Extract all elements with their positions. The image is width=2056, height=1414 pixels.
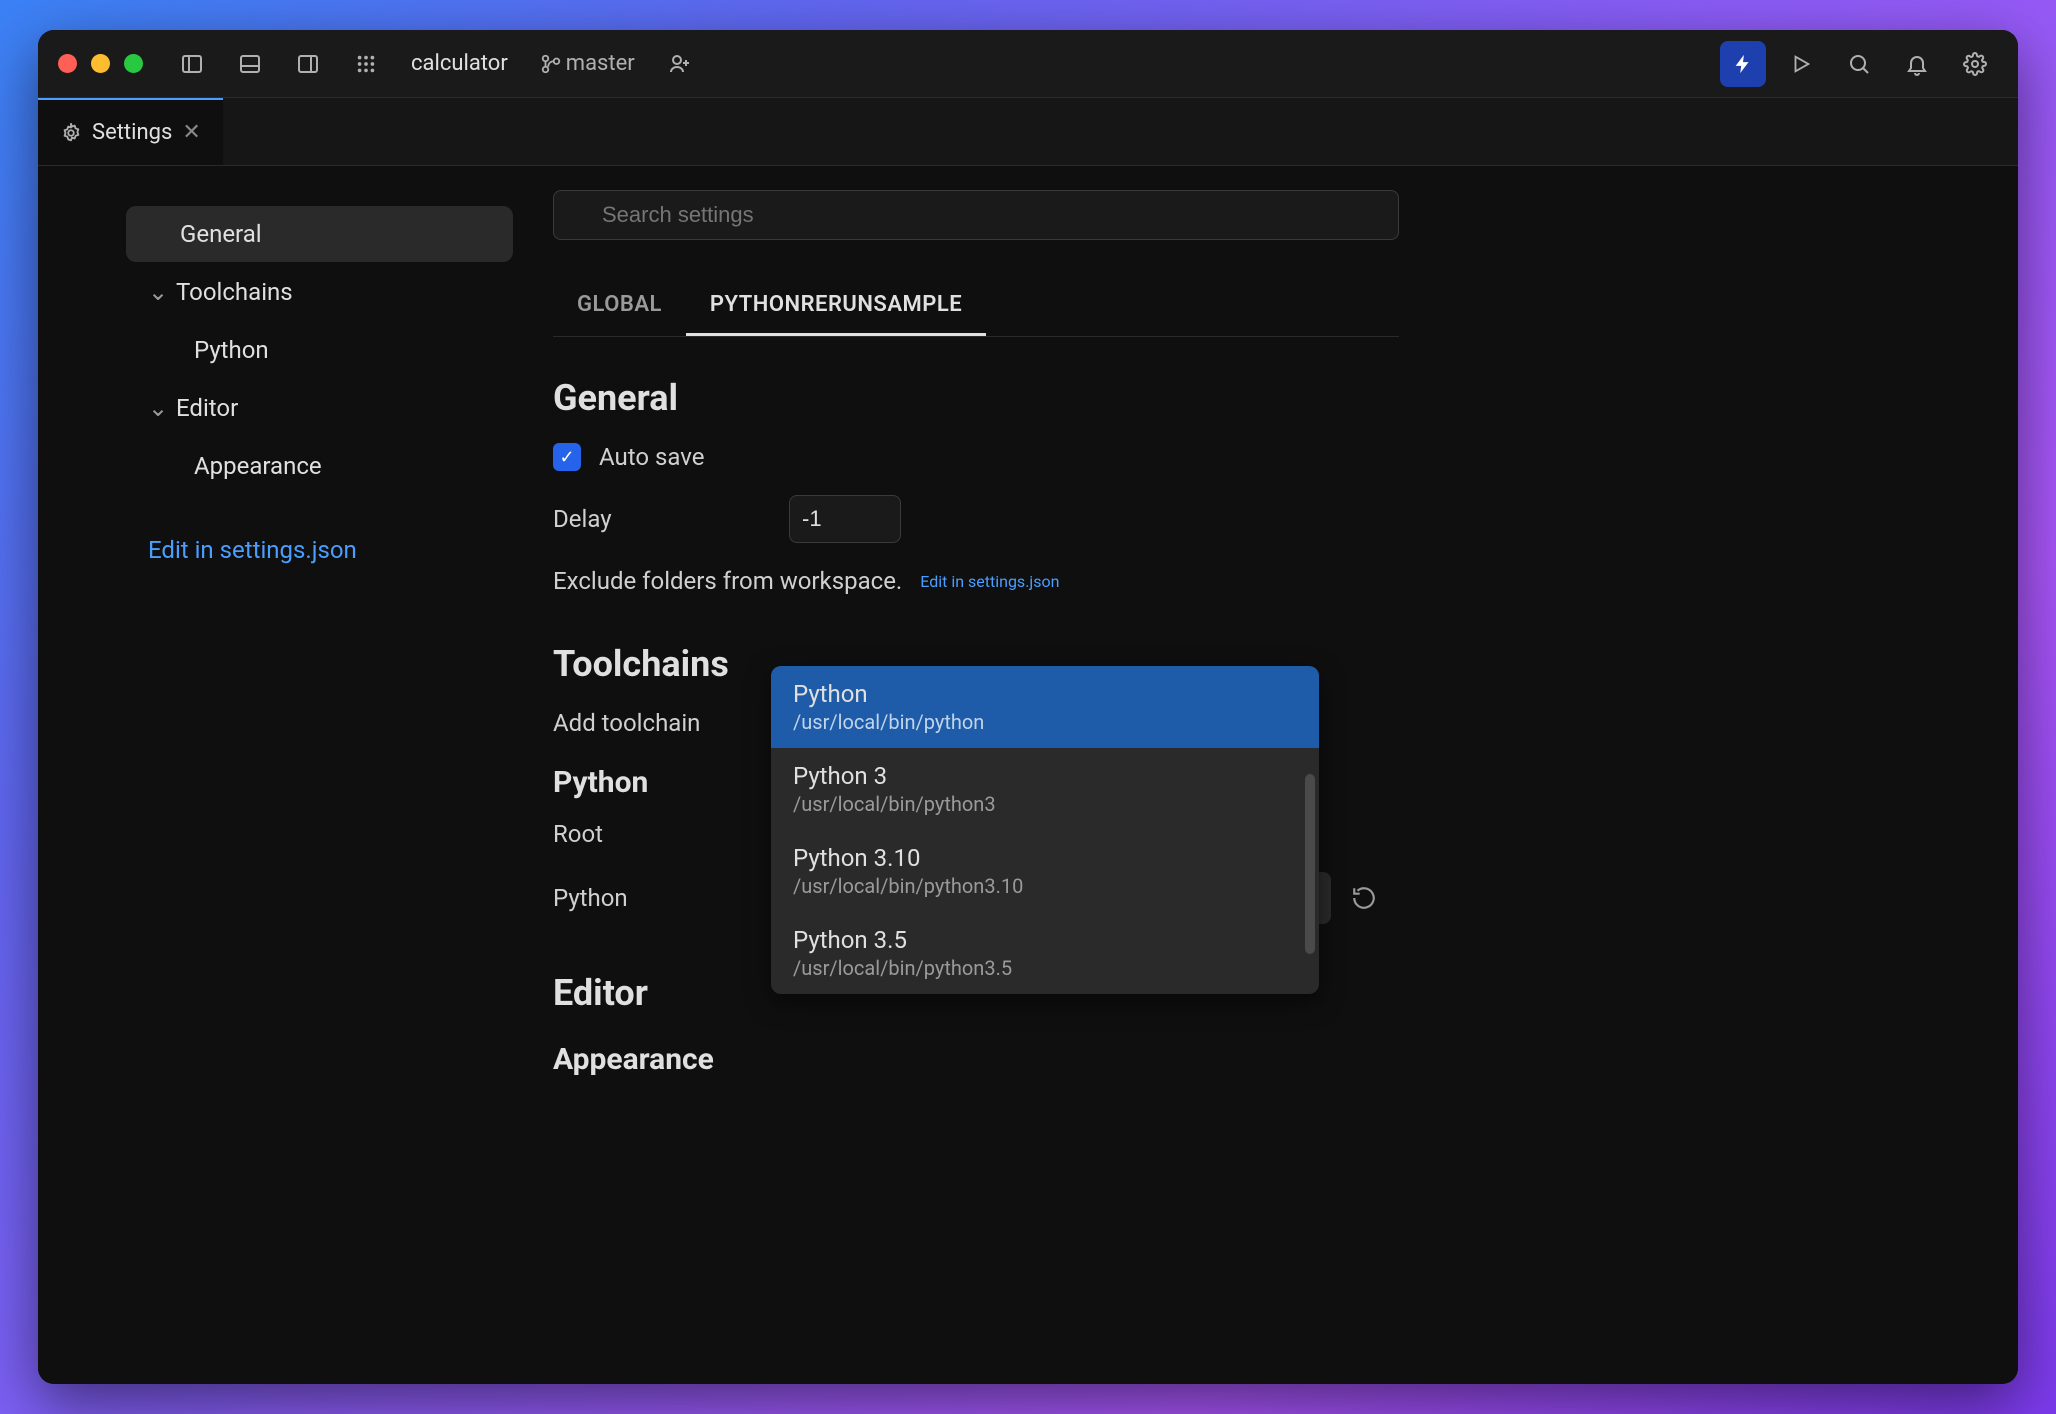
grid-icon[interactable] [343, 41, 389, 87]
branch-name: master [566, 51, 635, 76]
play-icon[interactable] [1778, 41, 1824, 87]
panel-left-icon[interactable] [169, 41, 215, 87]
bolt-icon[interactable] [1720, 41, 1766, 87]
gear-icon [60, 122, 82, 144]
delay-input[interactable] [789, 495, 901, 543]
dropdown-item[interactable]: Python 3.5 /usr/local/bin/python3.5 [771, 912, 1319, 994]
chevron-down-icon: ⌄ [148, 278, 166, 306]
project-name[interactable]: calculator [401, 51, 518, 76]
close-window-button[interactable] [58, 54, 77, 73]
app-window: calculator master Settings ✕ [38, 30, 2018, 1384]
auto-save-checkbox[interactable]: ✓ [553, 443, 581, 471]
gear-icon[interactable] [1952, 41, 1998, 87]
root-label: Root [553, 820, 771, 848]
bell-icon[interactable] [1894, 41, 1940, 87]
settings-sidebar: General ⌄ Toolchains Python ⌄ Editor App… [38, 166, 553, 1384]
titlebar: calculator master [38, 30, 2018, 98]
scope-tab-global[interactable]: GLOBAL [553, 276, 686, 336]
sidebar-item-toolchains[interactable]: ⌄ Toolchains [126, 264, 513, 320]
settings-content: GLOBAL PYTHONRERUNSAMPLE General ✓ Auto … [553, 166, 2018, 1384]
section-appearance-heading: Appearance [553, 1042, 2018, 1077]
sidebar-item-editor[interactable]: ⌄ Editor [126, 380, 513, 436]
close-tab-icon[interactable]: ✕ [182, 120, 200, 145]
maximize-window-button[interactable] [124, 54, 143, 73]
tab-bar: Settings ✕ [38, 98, 2018, 166]
dropdown-item-sub: /usr/local/bin/python3 [793, 792, 1297, 816]
dropdown-item-title: Python 3.10 [793, 844, 1297, 872]
python-dropdown: Python /usr/local/bin/python Python 3 /u… [771, 666, 1319, 994]
sidebar-item-general[interactable]: General [126, 206, 513, 262]
sidebar-item-python[interactable]: Python [126, 322, 513, 378]
sidebar-item-label: Editor [176, 394, 238, 422]
git-branch-icon [540, 53, 562, 75]
dropdown-item-sub: /usr/local/bin/python3.5 [793, 956, 1297, 980]
dropdown-item-title: Python 3 [793, 762, 1297, 790]
python-label: Python [553, 884, 771, 912]
dropdown-item-sub: /usr/local/bin/python [793, 710, 1297, 734]
add-toolchain-label: Add toolchain [553, 709, 700, 737]
auto-save-label: Auto save [599, 443, 704, 471]
minimize-window-button[interactable] [91, 54, 110, 73]
sidebar-item-label: Appearance [194, 452, 322, 480]
branch-selector[interactable]: master [530, 51, 645, 76]
panel-bottom-icon[interactable] [227, 41, 273, 87]
dropdown-scrollbar[interactable] [1305, 774, 1315, 954]
section-general-heading: General [553, 377, 2018, 419]
dropdown-item[interactable]: Python /usr/local/bin/python [771, 666, 1319, 748]
tab-settings[interactable]: Settings ✕ [38, 98, 223, 165]
chevron-down-icon: ⌄ [148, 394, 166, 422]
scope-tab-project[interactable]: PYTHONRERUNSAMPLE [686, 276, 986, 336]
dropdown-item[interactable]: Python 3.10 /usr/local/bin/python3.10 [771, 830, 1319, 912]
traffic-lights [58, 54, 143, 73]
dropdown-item[interactable]: Python 3 /usr/local/bin/python3 [771, 748, 1319, 830]
search-icon[interactable] [1836, 41, 1882, 87]
scope-tabs: GLOBAL PYTHONRERUNSAMPLE [553, 276, 1399, 337]
exclude-folders-text: Exclude folders from workspace. [553, 567, 902, 595]
dropdown-item-title: Python 3.5 [793, 926, 1297, 954]
reset-icon[interactable] [1351, 885, 1377, 911]
tab-title: Settings [92, 120, 172, 145]
delay-label: Delay [553, 505, 771, 533]
dropdown-item-title: Python [793, 680, 1297, 708]
sidebar-item-label: Python [194, 336, 269, 364]
edit-settings-json-link[interactable]: Edit in settings.json [126, 536, 513, 564]
sidebar-item-label: Toolchains [176, 278, 293, 306]
panel-right-icon[interactable] [285, 41, 331, 87]
sidebar-item-label: General [180, 220, 262, 248]
search-settings-input[interactable] [553, 190, 1399, 240]
add-user-icon[interactable] [657, 41, 703, 87]
sidebar-item-appearance[interactable]: Appearance [126, 438, 513, 494]
exclude-edit-link[interactable]: Edit in settings.json [920, 572, 1059, 591]
dropdown-item-sub: /usr/local/bin/python3.10 [793, 874, 1297, 898]
